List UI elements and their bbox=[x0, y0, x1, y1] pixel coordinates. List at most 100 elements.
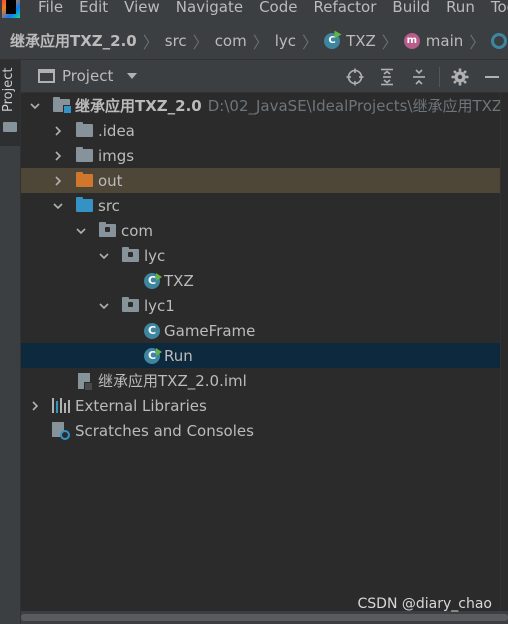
breadcrumb-main[interactable]: m main bbox=[403, 31, 464, 50]
external-libraries-label: External Libraries bbox=[75, 396, 207, 415]
hide-panel-icon[interactable] bbox=[476, 60, 508, 93]
menu-code[interactable]: Code bbox=[259, 0, 297, 15]
chevron-right-icon: 〉 bbox=[192, 32, 209, 52]
scratches-label: Scratches and Consoles bbox=[75, 421, 254, 440]
project-tool-tab[interactable]: Project bbox=[0, 60, 20, 146]
window-icon bbox=[38, 69, 55, 83]
menu-file[interactable]: File bbox=[38, 0, 63, 15]
package-icon bbox=[122, 297, 139, 312]
chevron-right-icon: 〉 bbox=[302, 32, 319, 52]
collapse-all-icon[interactable] bbox=[403, 60, 435, 93]
panel-actions bbox=[339, 60, 508, 93]
project-root-path: D:\02_JavaSE\IdealProjects\继承应用TXZ_2 bbox=[207, 97, 500, 115]
tree-row-out[interactable]: out bbox=[21, 168, 500, 193]
chevron-down-icon[interactable] bbox=[99, 301, 109, 311]
breadcrumb: 继承应用TXZ_2.0 〉 src 〉 com 〉 lyc 〉 C TXZ 〉 … bbox=[0, 22, 508, 60]
menu-view[interactable]: View bbox=[124, 0, 160, 15]
tree-row-txz[interactable]: C TXZ bbox=[21, 268, 500, 293]
menu-tools[interactable]: Too bbox=[491, 0, 508, 15]
chevron-down-icon[interactable] bbox=[30, 101, 40, 111]
runnable-class-icon: C bbox=[144, 272, 162, 289]
chevron-down-icon[interactable] bbox=[99, 251, 109, 261]
vertical-scrollbar[interactable] bbox=[500, 93, 508, 611]
tree-row-gameframe[interactable]: C GameFrame bbox=[21, 318, 500, 343]
menu-refactor[interactable]: Refactor bbox=[313, 0, 376, 15]
chevron-right-icon: 〉 bbox=[252, 32, 269, 52]
scratches-icon bbox=[52, 421, 70, 440]
breadcrumb-txz-label: TXZ bbox=[346, 31, 376, 50]
chevron-down-icon[interactable] bbox=[76, 226, 86, 236]
method-icon: m bbox=[403, 32, 420, 49]
module-file-icon bbox=[78, 372, 93, 391]
menu-build[interactable]: Build bbox=[392, 0, 430, 15]
class-name: Run bbox=[164, 346, 193, 365]
java-class-icon: C bbox=[144, 322, 160, 339]
breadcrumb-anonymous[interactable]: anonymo bbox=[491, 32, 508, 50]
project-panel-header: Project bbox=[21, 60, 508, 93]
chevron-right-icon[interactable] bbox=[30, 400, 40, 411]
library-icon bbox=[52, 398, 70, 413]
class-name: TXZ bbox=[164, 271, 194, 290]
folder-name: src bbox=[98, 196, 120, 215]
class-name: GameFrame bbox=[164, 321, 256, 340]
project-tab-label: Project bbox=[1, 67, 16, 112]
anonymous-class-icon bbox=[491, 32, 508, 49]
chevron-right-icon[interactable] bbox=[53, 150, 63, 161]
chevron-right-icon: 〉 bbox=[469, 32, 486, 52]
runnable-class-icon: C bbox=[144, 347, 162, 364]
chevron-right-icon[interactable] bbox=[53, 125, 63, 136]
menu-navigate[interactable]: Navigate bbox=[176, 0, 243, 15]
locate-icon[interactable] bbox=[339, 60, 371, 93]
breadcrumb-src[interactable]: src bbox=[165, 32, 187, 50]
tree-row-lyc1[interactable]: lyc1 bbox=[21, 293, 500, 318]
breadcrumb-project[interactable]: 继承应用TXZ_2.0 bbox=[10, 30, 137, 51]
chevron-right-icon: 〉 bbox=[381, 32, 398, 52]
chevron-down-icon[interactable] bbox=[127, 73, 138, 79]
module-folder-icon bbox=[53, 97, 72, 114]
tree-row-imgs[interactable]: imgs bbox=[21, 143, 500, 168]
tree-row-iml[interactable]: 继承应用TXZ_2.0.iml bbox=[21, 368, 500, 393]
panel-title[interactable]: Project bbox=[62, 67, 113, 85]
breadcrumb-main-label: main bbox=[425, 31, 464, 50]
chevron-down-icon[interactable] bbox=[53, 201, 63, 211]
folder-name: out bbox=[98, 171, 123, 190]
menu-bar: File Edit View Navigate Code Refactor Bu… bbox=[0, 0, 508, 22]
folder-icon bbox=[76, 147, 93, 162]
folder-name: .idea bbox=[98, 121, 135, 140]
folder-icon bbox=[3, 122, 17, 132]
java-class-icon: C bbox=[324, 32, 341, 49]
tree-row-external-libraries[interactable]: External Libraries bbox=[21, 393, 500, 418]
excluded-folder-icon bbox=[76, 172, 93, 187]
tree-row-src[interactable]: src bbox=[21, 193, 500, 218]
tree-row-idea[interactable]: .idea bbox=[21, 118, 500, 143]
tree-row-scratches[interactable]: Scratches and Consoles bbox=[21, 418, 500, 443]
package-name: lyc1 bbox=[144, 296, 175, 315]
horizontal-scrollbar[interactable] bbox=[21, 611, 508, 624]
tree-row-project-root[interactable]: 继承应用TXZ_2.0 D:\02_JavaSE\IdealProjects\继… bbox=[21, 93, 500, 118]
file-name: 继承应用TXZ_2.0.iml bbox=[98, 372, 247, 390]
scrollbar-thumb[interactable] bbox=[21, 614, 508, 621]
package-icon bbox=[99, 222, 116, 237]
project-tree: 继承应用TXZ_2.0 D:\02_JavaSE\IdealProjects\继… bbox=[21, 93, 500, 611]
intellij-logo-icon bbox=[0, 0, 22, 22]
breadcrumb-lyc[interactable]: lyc bbox=[275, 32, 296, 50]
package-icon bbox=[122, 247, 139, 262]
divider bbox=[439, 66, 440, 87]
breadcrumb-com[interactable]: com bbox=[215, 32, 247, 50]
chevron-right-icon: 〉 bbox=[142, 32, 159, 52]
folder-name: imgs bbox=[98, 146, 135, 165]
chevron-right-icon[interactable] bbox=[53, 175, 63, 186]
package-name: lyc bbox=[144, 246, 166, 265]
menu-run[interactable]: Run bbox=[446, 0, 475, 15]
tree-row-com[interactable]: com bbox=[21, 218, 500, 243]
breadcrumb-txz[interactable]: C TXZ bbox=[324, 32, 376, 50]
project-root-name: 继承应用TXZ_2.0 bbox=[75, 97, 202, 115]
expand-all-icon[interactable] bbox=[371, 60, 403, 93]
menu-edit[interactable]: Edit bbox=[79, 0, 108, 15]
gear-icon[interactable] bbox=[444, 60, 476, 93]
source-folder-icon bbox=[76, 197, 93, 212]
tree-row-run[interactable]: C Run bbox=[21, 343, 500, 368]
package-name: com bbox=[121, 221, 154, 240]
tree-row-lyc[interactable]: lyc bbox=[21, 243, 500, 268]
tool-window-strip: Project bbox=[0, 60, 21, 624]
